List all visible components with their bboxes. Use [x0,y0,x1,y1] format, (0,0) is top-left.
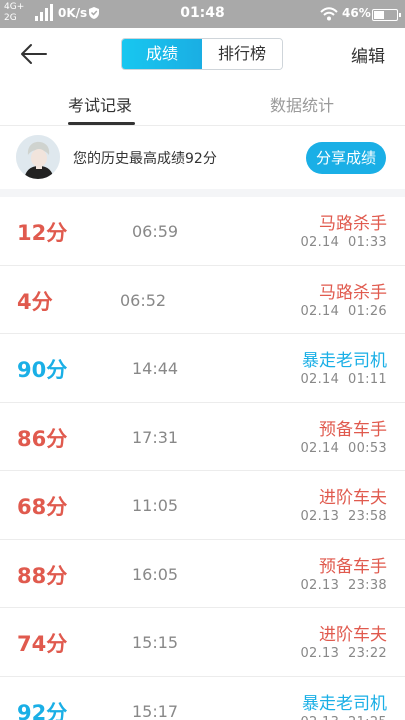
exam-duration: 17:31 [132,427,179,447]
rank-title: 马路杀手 [319,214,387,234]
edit-button[interactable]: 编辑 [351,42,385,67]
exam-duration: 06:59 [132,222,179,241]
exam-time: 21:25 [348,715,387,720]
score-value: 68分 [17,495,68,519]
score-value: 74分 [17,632,68,656]
list-item[interactable]: 86分 17:31 预备车手 02.14 00:53 [0,403,405,471]
back-arrow-icon[interactable] [18,40,50,68]
tab-exam-records[interactable]: 考试记录 [68,92,132,116]
exam-duration: 15:15 [132,633,179,652]
section-divider [0,189,405,197]
avatar-image [16,135,60,179]
exam-time: 01:11 [348,372,387,387]
battery-fill [374,11,384,19]
best-score-banner: 您的历史最高成绩92分 分享成绩 [0,127,405,189]
list-item[interactable]: 74分 15:15 进阶车夫 02.13 23:22 [0,608,405,677]
exam-timestamp: 02.14 00:53 [300,441,387,456]
rank-title: 进阶车夫 [319,488,387,508]
exam-duration: 06:52 [120,290,167,310]
exam-time: 01:26 [348,303,387,319]
status-bar: 4G+ 2G 0K/s 01:48 46% [0,0,405,28]
score-value: 92分 [17,700,68,720]
list-item[interactable]: 12分 06:59 马路杀手 02.14 01:33 [0,197,405,266]
exam-duration: 11:05 [132,496,179,515]
exam-timestamp: 02.14 01:26 [300,304,387,319]
avatar[interactable] [16,135,60,179]
tab-data-stats[interactable]: 数据统计 [270,92,334,116]
best-score-text: 您的历史最高成绩92分 [73,151,217,167]
rank-title: 预备车手 [319,419,387,440]
exam-duration: 15:17 [132,701,179,720]
rank-title: 暴走老司机 [302,351,387,371]
exam-timestamp: 02.13 23:22 [300,646,387,661]
exam-date: 02.14 [300,372,340,387]
exam-time: 23:58 [348,509,387,524]
sub-tabs: 考试记录 数据统计 [0,84,405,126]
exam-time: 23:22 [348,646,387,661]
exam-record-list: 12分 06:59 马路杀手 02.14 01:33 4分 06:52 马路杀手 02.14 … [0,197,405,720]
score-value: 12分 [17,221,68,245]
app-header: 成绩 排行榜 编辑 [0,28,405,80]
tab-scores[interactable]: 成绩 [122,39,202,69]
exam-timestamp: 02.13 23:58 [300,509,387,524]
exam-date: 02.14 [300,440,340,456]
score-value: 86分 [17,426,68,451]
list-item[interactable]: 68分 11:05 进阶车夫 02.13 23:58 [0,471,405,540]
rank-title: 马路杀手 [319,282,387,303]
exam-time: 01:33 [348,235,387,250]
list-item[interactable]: 92分 15:17 暴走老司机02.13 21:25 [0,677,405,720]
tab-leaderboard[interactable]: 排行榜 [202,39,282,69]
exam-date: 02.14 [300,235,340,250]
list-item[interactable]: 90分 14:44 暴走老司机 02.14 01:11 [0,334,405,403]
exam-date: 02.13 [300,715,339,720]
battery-icon [372,9,401,21]
exam-timestamp: 02.13 21:25 [300,715,387,720]
rank-title: 进阶车夫 [319,625,387,645]
score-value: 90分 [17,358,68,382]
segmented-control: 成绩 排行榜 [121,38,283,70]
exam-duration: 16:05 [132,564,179,584]
battery-percent: 46% [342,6,371,20]
exam-date: 02.13 [300,509,340,524]
exam-timestamp: 02.14 01:33 [300,235,387,250]
list-item[interactable]: 88分 16:05 预备车手 02.13 23:38 [0,540,405,608]
rank-title: 暴走老司机 [302,693,387,714]
exam-date: 02.14 [300,303,340,319]
wifi-icon [320,7,338,21]
rank-title: 预备车手 [319,556,387,577]
exam-time: 23:38 [348,577,387,593]
share-score-button[interactable]: 分享成绩 [306,142,386,174]
exam-timestamp: 02.14 01:11 [300,372,387,387]
active-tab-indicator [68,122,135,125]
exam-timestamp: 02.13 23:38 [300,578,387,593]
list-item[interactable]: 4分 06:52 马路杀手 02.14 01:26 [0,266,405,334]
exam-date: 02.13 [300,646,340,661]
score-value: 88分 [17,563,68,588]
exam-time: 00:53 [348,440,387,456]
score-value: 4分 [17,289,53,314]
exam-duration: 14:44 [132,359,179,378]
exam-date: 02.13 [300,577,340,593]
